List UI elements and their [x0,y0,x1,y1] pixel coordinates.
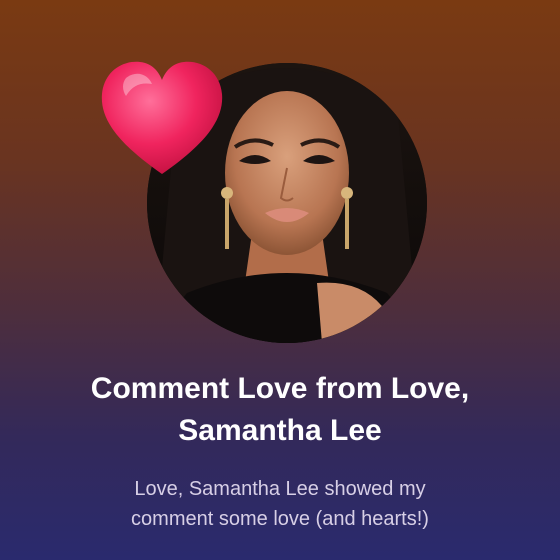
notification-card: Comment Love from Love, Samantha Lee Lov… [0,0,560,560]
notification-title-line1: Comment Love from Love, [90,372,470,405]
notification-message: Love, Samantha Lee showed my comment som… [70,474,490,534]
notification-title-line2: Samantha Lee [178,414,382,447]
notification-message-line2: comment some love (and hearts!) [131,508,429,530]
notification-title: Comment Love from Love, Samantha Lee [40,368,520,452]
heart-icon [101,61,223,174]
notification-message-line1: Love, Samantha Lee showed my [134,478,426,500]
